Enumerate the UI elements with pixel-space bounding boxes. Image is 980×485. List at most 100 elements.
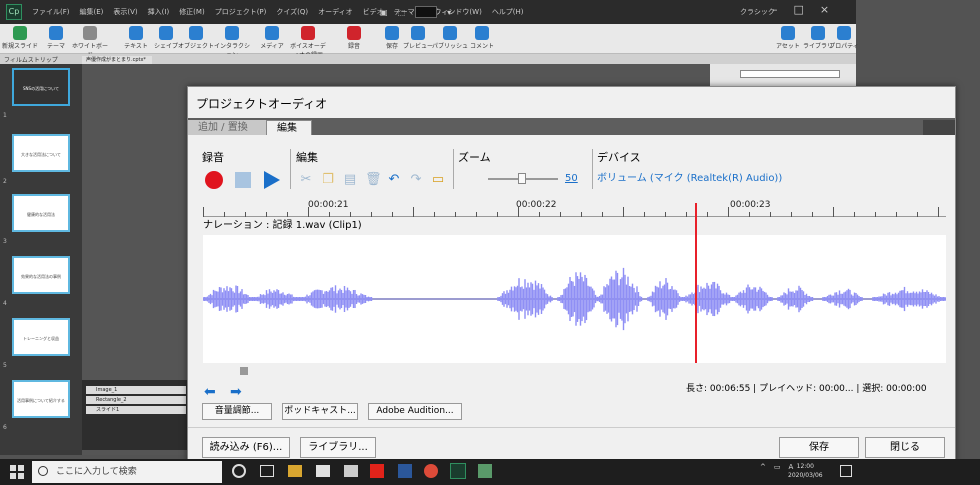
slide-thumbnail[interactable]: 健康的な活用法 <box>12 194 70 232</box>
workspace-select[interactable]: クラシック <box>740 7 775 17</box>
divider <box>290 149 291 189</box>
arrow-left-icon[interactable]: ⬅ <box>204 384 216 400</box>
ruler-tick <box>875 212 876 217</box>
mail-icon[interactable] <box>344 465 358 477</box>
timeline-row[interactable]: Image_1 <box>86 386 186 394</box>
zoom-value[interactable]: 50 <box>565 173 578 184</box>
timeline-row[interactable]: Rectangle_2 <box>86 396 186 404</box>
maximize-icon[interactable]: □ <box>794 3 804 16</box>
horizontal-scrollbar[interactable] <box>203 363 946 375</box>
playhead-line[interactable] <box>695 203 697 365</box>
podcast-button[interactable]: ポッドキャスト... <box>282 403 358 420</box>
toolbar-icon <box>225 26 239 40</box>
tab-add-replace[interactable]: 追加 / 置換 <box>188 120 266 135</box>
menu-item[interactable]: 表示(V) <box>111 7 139 17</box>
undo-icon[interactable]: ↶ <box>387 173 401 187</box>
zoom-in-icon[interactable]: ▣ <box>380 8 388 17</box>
filmstrip-tab[interactable]: フィルムストリップ <box>4 55 58 64</box>
toolbar-button[interactable]: プレビュー <box>400 26 436 50</box>
slide-thumbnail[interactable]: トレーニングと収益 <box>12 318 70 356</box>
delete-icon[interactable]: 🗑 <box>365 173 382 187</box>
ruler-tick <box>665 212 666 217</box>
slide-thumbnail[interactable]: 効果的な活用法の事例 <box>12 256 70 294</box>
tab-edit[interactable]: 編集 <box>266 120 312 135</box>
minimize-icon[interactable]: – <box>772 3 778 16</box>
zoom-slider-thumb[interactable] <box>518 173 526 184</box>
toolbar-button[interactable]: 録音 <box>336 26 372 50</box>
menu-item[interactable]: 挿入(I) <box>146 7 172 17</box>
waveform-area[interactable] <box>203 235 946 363</box>
toggle-icon[interactable]: ⬚ <box>398 8 406 17</box>
menu-bar: ファイル(F) 編集(E) 表示(V) 挿入(I) 修正(M) プロジェクト(P) クイズ(… <box>30 0 526 24</box>
toolbar-button[interactable]: テーマ <box>38 26 74 50</box>
tray-chevron-icon[interactable]: ^ <box>760 463 766 471</box>
copy-icon[interactable]: ❐ <box>321 173 335 187</box>
taskbar-search-input[interactable]: ここに入力して検索 <box>32 461 222 483</box>
ruler-tick <box>266 212 267 217</box>
timeline-row[interactable]: スライド1 <box>86 406 186 414</box>
clip-name: ナレーション : 記録 1.wav (Clip1) <box>203 220 362 231</box>
menu-item[interactable]: 編集(E) <box>78 7 106 17</box>
toolbar-icon <box>301 26 315 40</box>
menu-item[interactable]: 修正(M) <box>177 7 207 17</box>
app-taskbar-icon[interactable] <box>478 464 492 478</box>
close-button[interactable]: 閉じる <box>865 437 945 458</box>
ruler-tick <box>245 212 246 217</box>
word-icon[interactable] <box>398 464 412 478</box>
toolbar-button[interactable]: オブジェクト <box>178 26 214 50</box>
save-button[interactable]: 保存 <box>779 437 859 458</box>
menu-item[interactable]: プロジェクト(P) <box>213 7 269 17</box>
captivate-taskbar-icon[interactable] <box>450 463 466 479</box>
explorer-icon[interactable] <box>288 465 302 477</box>
properties-input[interactable] <box>740 70 840 78</box>
library-button[interactable]: ライブラリ... <box>300 437 376 458</box>
arrow-right-icon[interactable]: ➡ <box>230 384 242 400</box>
zoom-level-box[interactable] <box>415 6 438 18</box>
play-button[interactable] <box>264 171 280 189</box>
toolbar-button[interactable]: メディア <box>254 26 290 50</box>
close-icon[interactable]: × <box>820 3 829 16</box>
chevron-down-icon[interactable]: ▾ <box>447 8 451 17</box>
import-button[interactable]: 読み込み (F6)... <box>202 437 290 458</box>
toolbar-button[interactable]: 新規スライド <box>2 26 38 50</box>
store-icon[interactable] <box>316 465 330 477</box>
task-view-icon[interactable] <box>260 465 274 477</box>
toolbar-label: シェイプ <box>153 43 178 50</box>
ruler-tick <box>476 212 477 217</box>
adobe-audition-button[interactable]: Adobe Audition... <box>368 403 462 420</box>
chrome-icon[interactable] <box>424 464 438 478</box>
scrollbar-thumb[interactable] <box>240 367 248 375</box>
taskbar-clock[interactable]: 12:00 2020/03/06 <box>788 462 823 480</box>
acrobat-icon[interactable] <box>370 464 384 478</box>
stop-button[interactable] <box>235 172 251 188</box>
menu-item[interactable]: ヘルプ(H) <box>490 7 526 17</box>
menu-item[interactable]: クイズ(Q) <box>274 7 310 17</box>
windows-taskbar: ここに入力して検索 ^ ▭ A 12:00 2020/03/06 <box>0 459 980 485</box>
insert-silence-icon[interactable]: ▭ <box>431 173 445 187</box>
redo-icon[interactable]: ↷ <box>409 173 423 187</box>
paste-icon[interactable]: ▤ <box>343 173 357 187</box>
record-section-label: 録音 <box>202 151 224 164</box>
cut-icon[interactable]: ✂ <box>299 173 313 187</box>
toolbar-button[interactable]: パブリッシュ <box>432 26 468 50</box>
toolbar-button[interactable]: コメント <box>464 26 500 50</box>
cortana-icon[interactable] <box>232 464 246 478</box>
windows-start-icon[interactable] <box>10 465 24 479</box>
menu-item[interactable]: オーディオ <box>316 7 355 17</box>
menu-item[interactable]: ファイル(F) <box>30 7 72 17</box>
ruler-tick <box>224 212 225 217</box>
notification-icon[interactable] <box>840 465 852 477</box>
slide-thumbnail[interactable]: 大きな活用法について <box>12 134 70 172</box>
toolbar-button[interactable]: プロパティ <box>826 26 862 50</box>
network-icon[interactable]: ▭ <box>774 463 781 471</box>
ruler-tick <box>287 212 288 217</box>
volume-adjust-button[interactable]: 音量調節... <box>202 403 272 420</box>
slide-thumbnail[interactable]: SNSの活用について <box>12 68 70 106</box>
ruler-tick <box>938 207 939 217</box>
device-link[interactable]: ボリューム (マイク (Realtek(R) Audio)) <box>597 169 782 184</box>
filmstrip-panel: 1 SNSの活用について 2 大きな活用法について 3 健康的な活用法 4 効果的な活用法の事… <box>0 64 82 455</box>
ruler-tick <box>455 212 456 217</box>
record-button[interactable] <box>205 171 223 189</box>
ruler-tick <box>812 212 813 217</box>
slide-thumbnail[interactable]: 活用事例について紹介する <box>12 380 70 418</box>
